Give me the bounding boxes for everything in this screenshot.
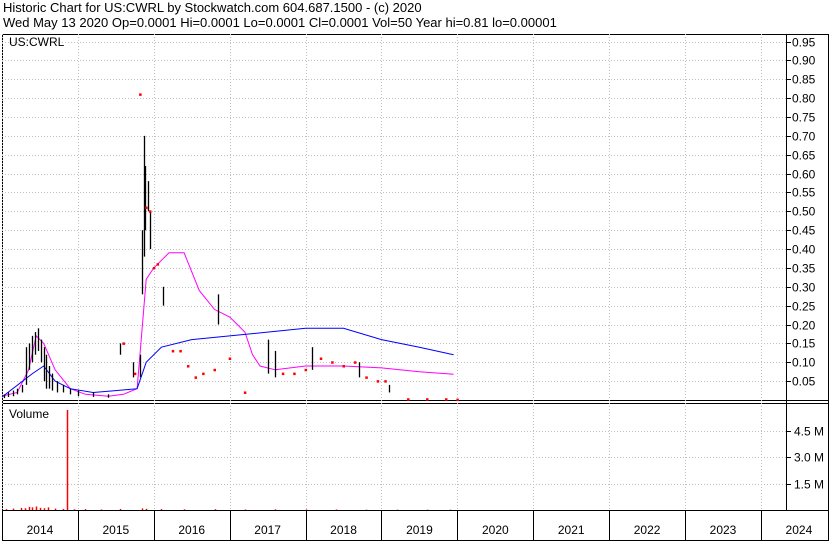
close-point (194, 376, 198, 379)
close-point (319, 357, 323, 360)
stock-chart: 2014 2015 2016 2017 2018 2019 2020 2021 2022 2023… (1, 34, 829, 541)
volume-tick-label: 3.0 M (794, 451, 824, 465)
close-point (213, 368, 217, 372)
x-tick-label: 2018 (330, 523, 357, 537)
close-point (202, 372, 205, 376)
close-point (456, 398, 459, 402)
x-tick-label: 2014 (27, 523, 54, 537)
y-tick-label: 0.30 (792, 281, 816, 295)
y-tick-label: 0.85 (792, 73, 816, 87)
close-point (228, 357, 232, 360)
y-tick-label: 0.25 (792, 300, 816, 314)
x-tick-label: 2021 (558, 523, 585, 537)
y-tick-label: 0.05 (792, 375, 816, 389)
x-tick-label: 2020 (482, 523, 509, 537)
close-point (304, 368, 308, 372)
close-point (293, 372, 296, 376)
close-point (145, 206, 148, 210)
x-tick-label: 2017 (254, 523, 281, 537)
close-point (342, 365, 346, 368)
close-point (243, 391, 247, 394)
close-point (171, 349, 175, 353)
close-point (281, 372, 285, 376)
close-point (148, 210, 152, 213)
close-point (156, 263, 160, 266)
close-point (407, 398, 410, 401)
y-tick-label: 0.20 (792, 319, 816, 333)
close-point (331, 361, 334, 364)
close-point (179, 349, 182, 353)
x-tick-label: 2015 (102, 523, 129, 537)
close-point (122, 342, 125, 345)
y-tick-label: 0.70 (792, 130, 816, 144)
close-point (186, 365, 190, 368)
x-tick-label: 2016 (178, 523, 205, 537)
y-tick-label: 0.80 (792, 92, 816, 106)
close-point (426, 398, 429, 401)
y-tick-label: 0.15 (792, 337, 816, 351)
close-point (133, 372, 137, 376)
close-point (384, 380, 387, 383)
price-panel-title: US:CWRL (9, 35, 65, 49)
y-tick-label: 0.35 (792, 262, 816, 276)
close-point (444, 398, 448, 401)
y-tick-label: 0.60 (792, 168, 816, 182)
y-tick-label: 0.45 (792, 224, 816, 238)
volume-panel-title: Volume (9, 407, 49, 421)
volume-tick-label: 1.5 M (794, 478, 824, 492)
y-tick-label: 0.10 (792, 356, 816, 370)
y-tick-label: 0.40 (792, 243, 816, 257)
x-tick-label: 2019 (406, 523, 433, 537)
close-point (376, 380, 380, 383)
y-tick-label: 0.75 (792, 111, 816, 125)
close-point (152, 266, 156, 270)
close-point (365, 376, 368, 379)
x-tick-label: 2024 (786, 523, 813, 537)
volume-tick-label: 4.5 M (794, 425, 824, 439)
y-tick-label: 0.95 (792, 36, 816, 50)
x-tick-label: 2023 (710, 523, 737, 537)
y-tick-label: 0.55 (792, 186, 816, 200)
y-tick-label: 0.65 (792, 149, 816, 163)
x-tick-label: 2022 (634, 523, 661, 537)
close-point (353, 361, 357, 364)
y-tick-label: 0.90 (792, 54, 816, 68)
close-point (139, 93, 142, 96)
moving-average-line (1, 252, 454, 397)
y-tick-label: 0.50 (792, 205, 816, 219)
